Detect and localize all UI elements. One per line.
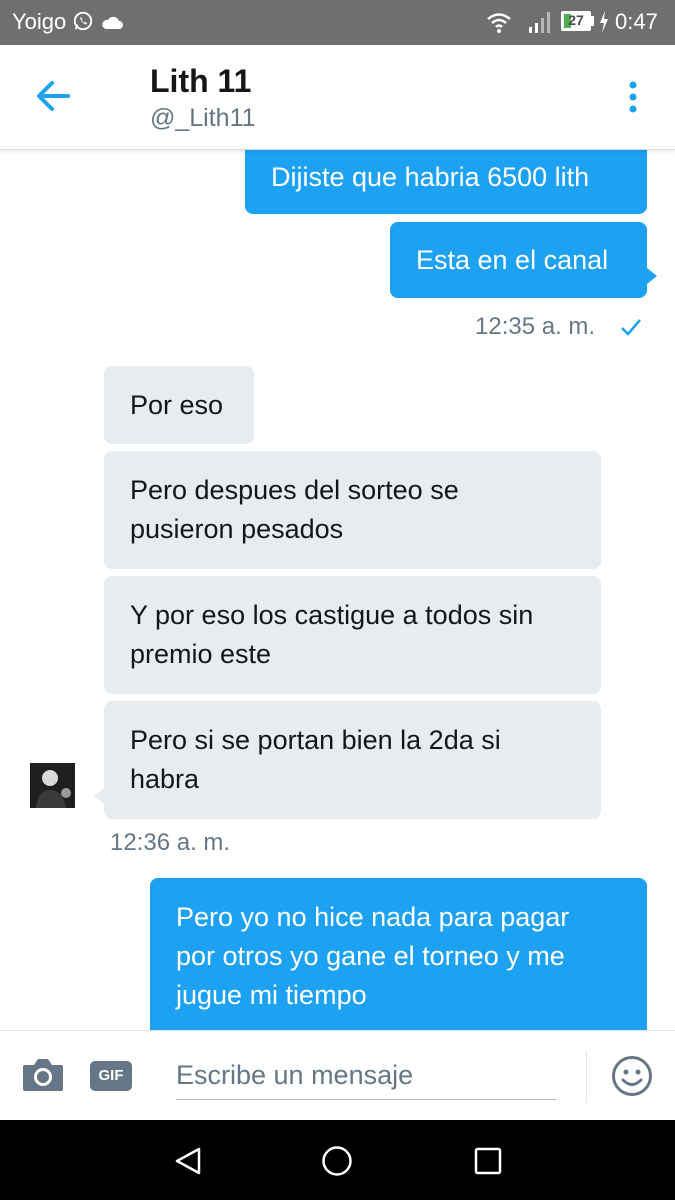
back-arrow-icon[interactable] xyxy=(34,78,72,114)
nav-home-icon[interactable] xyxy=(321,1145,353,1177)
avatar-image xyxy=(30,763,75,808)
message-input[interactable] xyxy=(176,1051,556,1100)
sent-timestamp: 12:35 a. m. xyxy=(475,313,596,340)
signal-icon xyxy=(529,12,550,33)
nav-back-icon[interactable] xyxy=(172,1145,204,1177)
message-text-line: habra xyxy=(130,764,200,794)
contact-handle: @_Lith11 xyxy=(150,104,256,132)
charging-icon xyxy=(600,11,608,33)
received-timestamp: 12:36 a. m. xyxy=(110,829,231,856)
bubble-tail xyxy=(94,788,104,804)
message-text-line: Pero yo no hice nada para pagar xyxy=(176,902,570,932)
message-text: Por eso xyxy=(130,389,224,420)
wifi-icon xyxy=(487,13,511,33)
status-bar: Yoigo 27 0:47 xyxy=(0,0,675,45)
nav-recent-icon[interactable] xyxy=(473,1146,503,1176)
more-vertical-icon[interactable] xyxy=(622,79,644,115)
message-thread[interactable]: Dijiste que habria 6500 lith Esta en el … xyxy=(0,150,675,1030)
message-bubble-outgoing[interactable]: Esta en el canal xyxy=(390,222,647,298)
message-text: Dijiste que habria 6500 lith xyxy=(271,161,590,192)
message-bubble-incoming[interactable]: Y por eso los castigue a todos sin premi… xyxy=(104,576,601,694)
cloud-icon xyxy=(102,16,123,29)
message-text-line: premio este xyxy=(130,639,272,669)
message-text-line: Y por eso los castigue a todos sin xyxy=(130,600,534,630)
message-text-line: Pero despues del sorteo se xyxy=(130,475,459,505)
battery-level: 27 xyxy=(568,12,584,28)
carrier-label: Yoigo xyxy=(12,9,67,34)
message-text-line: jugue mi tiempo xyxy=(176,980,367,1010)
message-text-line: Pero si se portan bien la 2da si xyxy=(130,725,501,755)
message-bubble-incoming[interactable]: Pero si se portan bien la 2da si habra xyxy=(104,701,601,819)
avatar[interactable] xyxy=(30,763,75,808)
bubble-tail xyxy=(647,268,657,284)
message-bubble-incoming[interactable]: Por eso xyxy=(104,366,254,444)
message-bubble-incoming[interactable]: Pero despues del sorteo se pusieron pesa… xyxy=(104,451,601,569)
battery-tip xyxy=(591,16,594,26)
message-text-line: pusieron pesados xyxy=(130,514,344,544)
message-text-line: por otros yo gane el torneo y me xyxy=(176,941,565,971)
divider xyxy=(586,1051,587,1103)
message-bubble-outgoing[interactable]: Dijiste que habria 6500 lith xyxy=(245,150,647,214)
clock: 0:47 xyxy=(615,9,658,34)
message-text: Esta en el canal xyxy=(416,244,609,275)
message-composer: GIF xyxy=(0,1030,675,1121)
conversation-header: Lith 11 @_Lith11 xyxy=(0,45,675,150)
battery-icon: 27 xyxy=(561,11,591,31)
camera-icon[interactable] xyxy=(21,1055,65,1093)
gif-button[interactable]: GIF xyxy=(90,1061,132,1091)
emoji-icon[interactable] xyxy=(611,1055,653,1097)
system-navigation-bar xyxy=(0,1120,675,1200)
message-bubble-outgoing[interactable]: Pero yo no hice nada para pagar por otro… xyxy=(150,878,647,1030)
contact-name: Lith 11 xyxy=(150,63,252,99)
sent-check-icon xyxy=(621,319,641,336)
whatsapp-icon xyxy=(73,11,93,31)
